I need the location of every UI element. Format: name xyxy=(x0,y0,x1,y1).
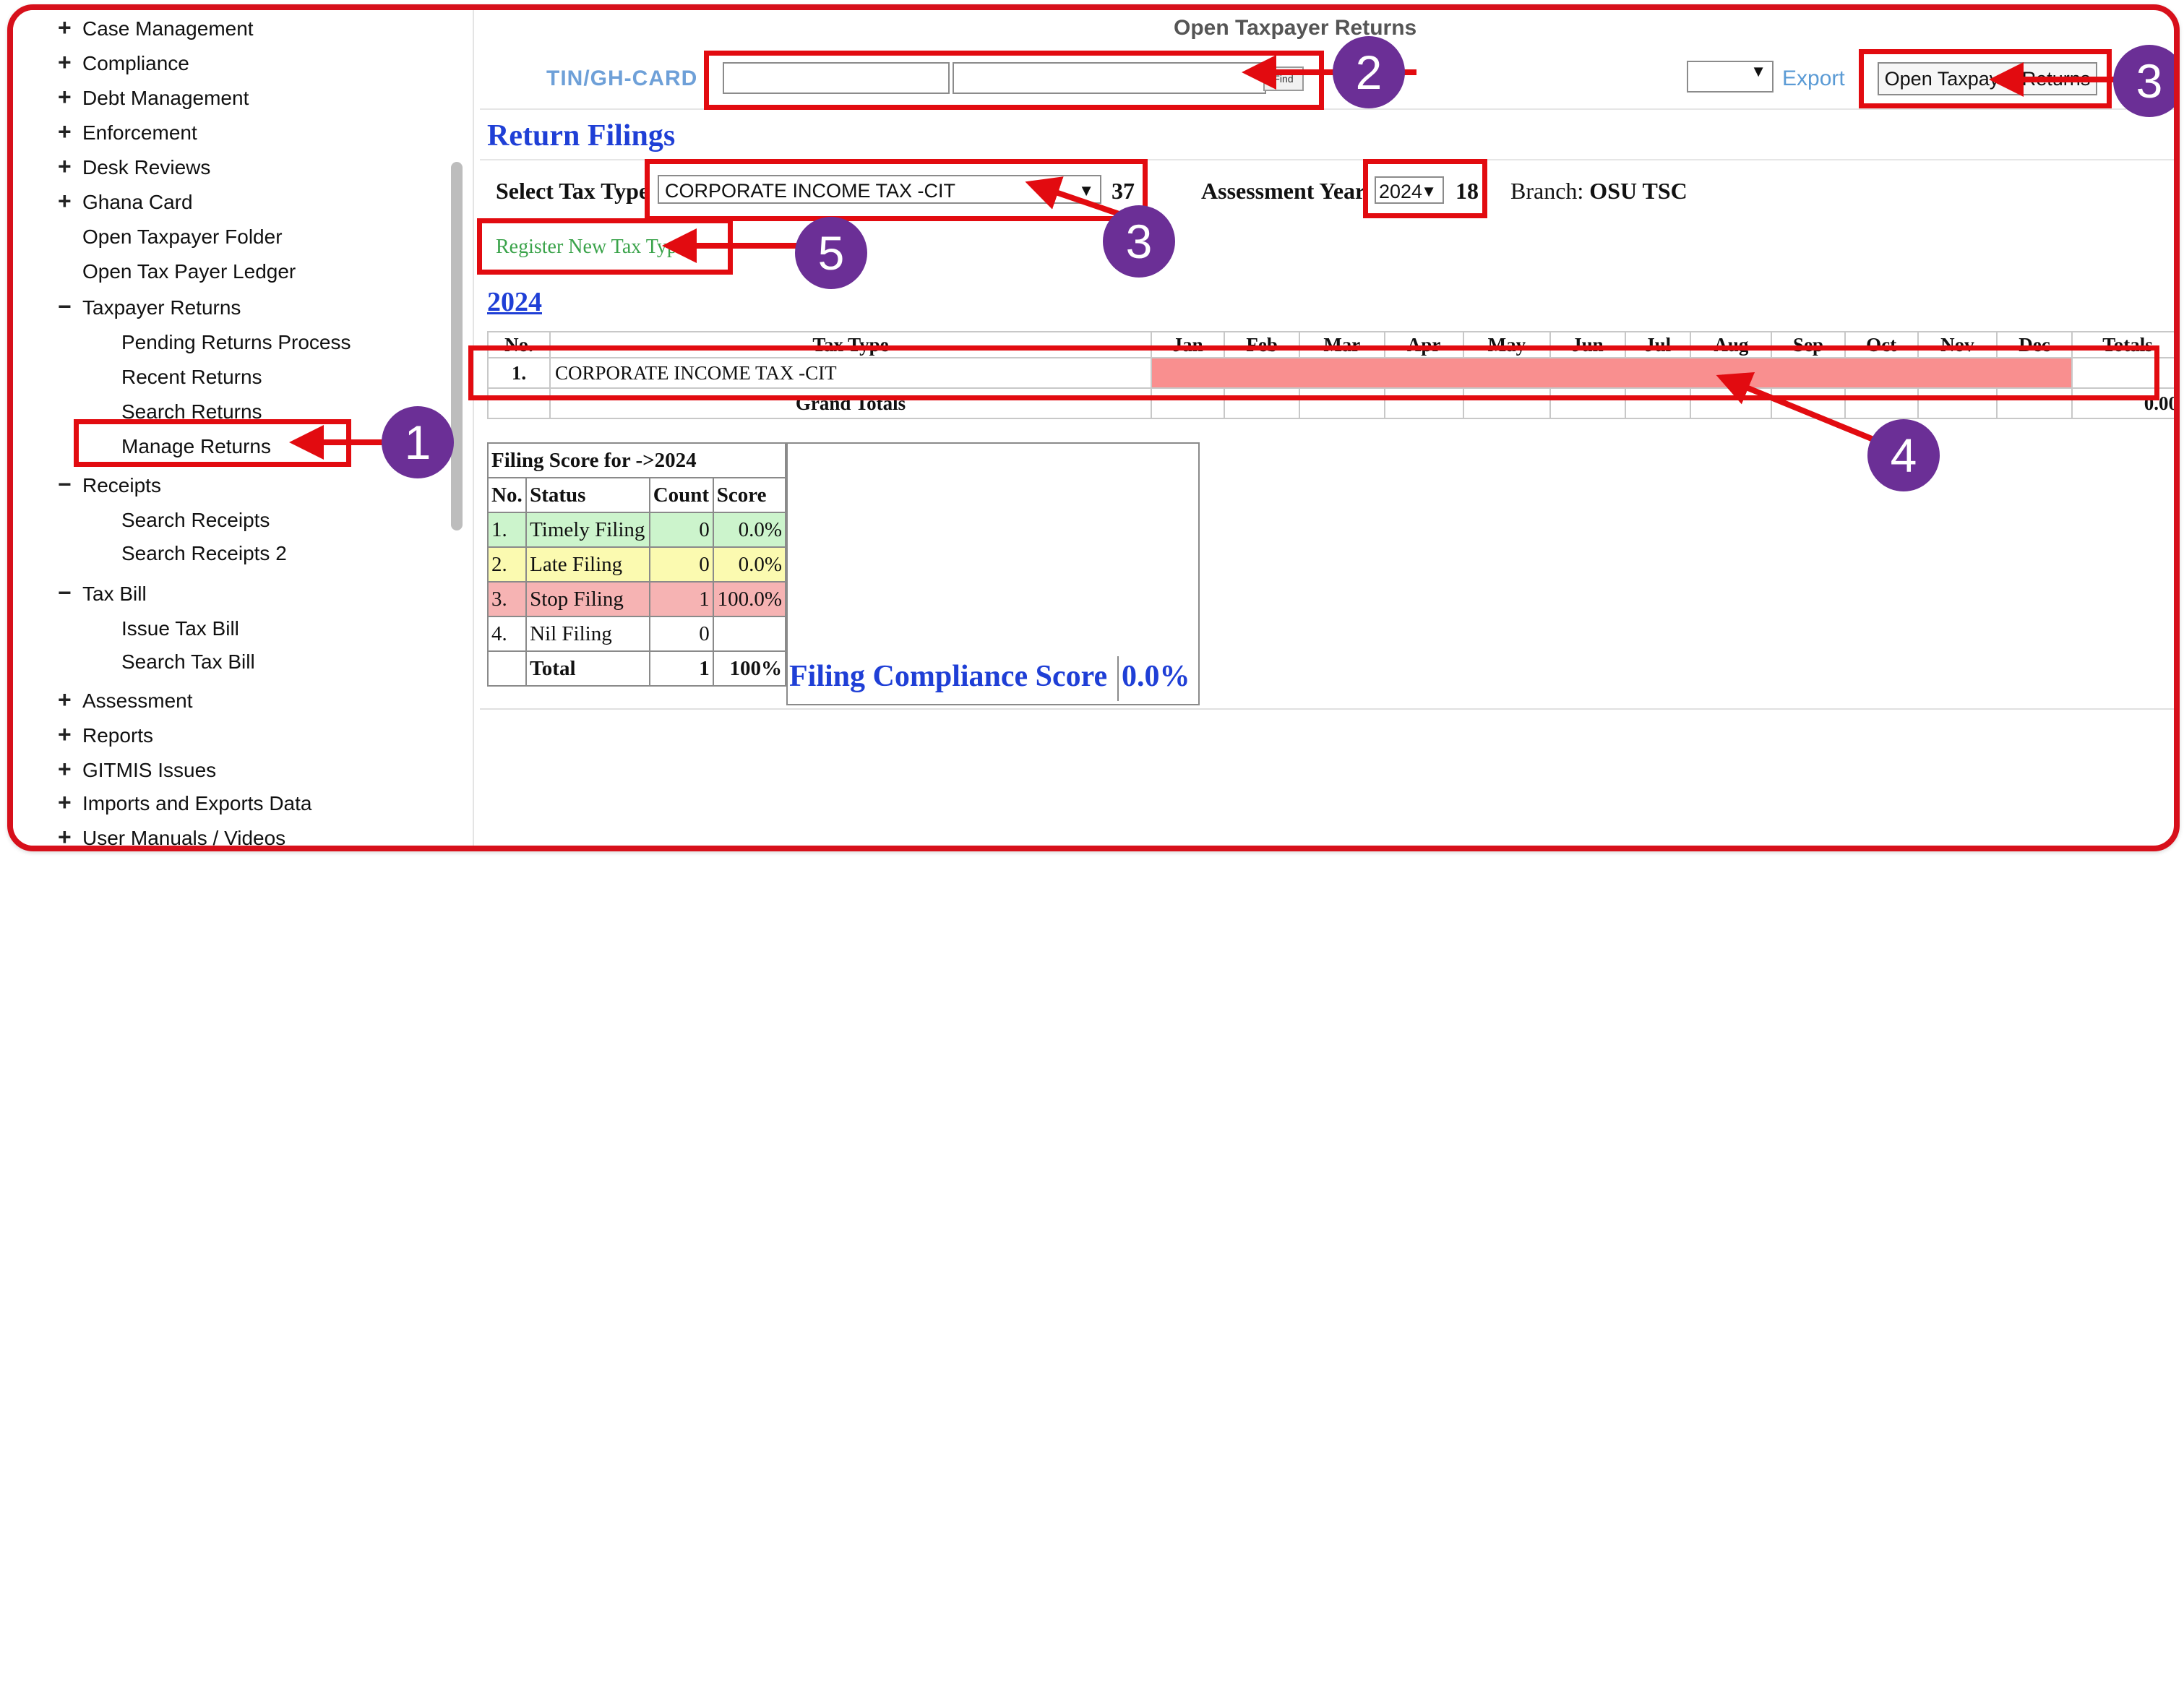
step-badge: 1 xyxy=(382,406,454,478)
step-badge: 5 xyxy=(795,217,867,289)
annotation-arrows xyxy=(289,55,2123,460)
step-badge: 2 xyxy=(1333,36,1405,108)
arrow-4 xyxy=(1716,371,1882,445)
reflection-effect: User Manuals / Videos Imports and Export… xyxy=(7,847,2180,1064)
step-badge: 3 xyxy=(2113,45,2174,117)
step-badge: 4 xyxy=(1867,419,1940,491)
step-badge: 3 xyxy=(1103,205,1175,278)
screenshot-frame: + Case Management + Compliance + Debt Managem… xyxy=(7,4,2180,851)
